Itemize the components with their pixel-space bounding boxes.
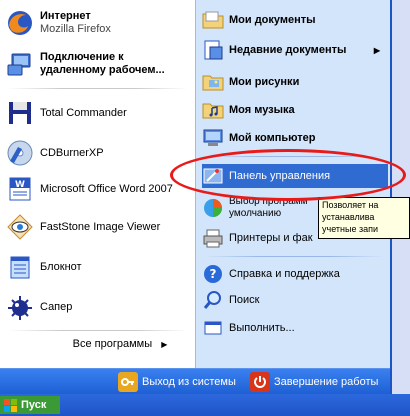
run-label: Выполнить...: [229, 322, 295, 334]
shutdown-label: Завершение работы: [274, 376, 379, 388]
folder-icon: [202, 9, 224, 31]
power-icon: [250, 372, 270, 392]
right-separator-2: [204, 256, 384, 257]
search-icon: [202, 289, 224, 311]
my-computer[interactable]: Мой компьютер: [202, 126, 388, 150]
my-documents[interactable]: Мои документы: [202, 8, 388, 32]
pinned-remote-desktop[interactable]: Подключение к удаленному рабочем...: [4, 46, 190, 82]
windows-logo-icon: [4, 398, 17, 412]
recent-documents[interactable]: Недавние документы ▶: [202, 38, 388, 62]
pinned-internet-subtitle: Mozilla Firefox: [40, 23, 111, 35]
tooltip-line1: Позволяет на: [322, 200, 379, 210]
right-separator: [204, 156, 384, 157]
control-panel-tooltip: Позволяет на устанавлива учетные запи: [318, 197, 410, 239]
remote-desktop-icon: [6, 50, 34, 78]
logoff-button[interactable]: Выход из системы: [118, 372, 236, 392]
recent-total-commander-label: Total Commander: [40, 106, 127, 119]
start-menu-left-pane: Интернет Mozilla Firefox Подключение к у…: [0, 0, 195, 368]
recent-total-commander[interactable]: Total Commander: [4, 98, 190, 128]
default-programs-icon: [202, 197, 224, 219]
shutdown-button[interactable]: Завершение работы: [250, 372, 378, 392]
default-programs-label-line1: Выбор программ: [229, 196, 308, 207]
word-icon: W: [6, 175, 34, 203]
pictures-folder-icon: [202, 71, 224, 93]
computer-icon: [202, 127, 224, 149]
music-folder-icon: [202, 99, 224, 121]
cd-burner-icon: [6, 139, 34, 167]
pinned-internet[interactable]: Интернет Mozilla Firefox: [4, 8, 190, 38]
svg-text:?: ?: [210, 267, 217, 281]
my-documents-label: Мои документы: [229, 14, 316, 26]
arrow-right-icon: ▶: [161, 340, 168, 349]
floppy-disk-icon: [6, 99, 34, 127]
notepad-icon: [6, 253, 34, 281]
my-music-label: Моя музыка: [229, 104, 295, 116]
recent-minesweeper-label: Сапер: [40, 300, 73, 313]
run[interactable]: Выполнить...: [202, 316, 388, 340]
key-icon: [118, 372, 138, 392]
printer-icon: [202, 227, 224, 249]
recent-minesweeper[interactable]: Сапер: [4, 292, 190, 322]
recent-cdburnerxp[interactable]: CDBurnerXP: [4, 138, 190, 168]
logoff-label: Выход из системы: [142, 376, 236, 388]
tooltip-line2: устанавлива: [322, 212, 375, 222]
my-pictures[interactable]: Мои рисунки: [202, 70, 388, 94]
eye-icon: [6, 213, 34, 241]
svg-text:W: W: [15, 180, 25, 190]
control-panel-icon: [202, 165, 224, 187]
minesweeper-icon: [6, 293, 34, 321]
help-and-support[interactable]: ? Справка и поддержка: [202, 262, 388, 286]
arrow-right-icon: ▶: [373, 45, 380, 55]
recent-cdburnerxp-label: CDBurnerXP: [40, 146, 104, 159]
recent-documents-icon: [202, 39, 224, 61]
pinned-internet-title: Интернет: [40, 10, 91, 22]
start-menu-right-pane: Мои документы Недавние документы ▶ Мои р…: [195, 0, 390, 368]
control-panel-label: Панель управления: [229, 170, 331, 182]
recent-faststone[interactable]: FastStone Image Viewer: [4, 212, 190, 242]
start-button[interactable]: Пуск: [0, 396, 60, 414]
left-separator: [8, 88, 188, 89]
pinned-remote-desktop-title: Подключение к удаленному рабочем...: [40, 51, 165, 76]
taskbar: Пуск: [0, 394, 410, 416]
start-label: Пуск: [21, 399, 47, 411]
help-icon: ?: [202, 263, 224, 285]
start-menu-footer: Выход из системы Завершение работы: [0, 368, 390, 395]
my-pictures-label: Мои рисунки: [229, 76, 300, 88]
recent-documents-label: Недавние документы: [229, 44, 347, 56]
control-panel[interactable]: Панель управления: [202, 164, 388, 188]
recent-word-2007-label: Microsoft Office Word 2007: [40, 182, 173, 195]
default-programs-label-line2: умолчанию: [229, 208, 282, 219]
all-programs-label: Все программы: [72, 338, 153, 350]
recent-notepad-label: Блокнот: [40, 260, 82, 273]
firefox-icon: [6, 9, 34, 37]
help-label: Справка и поддержка: [229, 268, 340, 280]
my-music[interactable]: Моя музыка: [202, 98, 388, 122]
recent-faststone-label: FastStone Image Viewer: [40, 220, 161, 233]
search-label: Поиск: [229, 294, 260, 306]
tooltip-line3: учетные запи: [322, 224, 378, 234]
run-icon: [202, 317, 224, 339]
search[interactable]: Поиск: [202, 288, 388, 312]
my-computer-label: Мой компьютер: [229, 132, 316, 144]
recent-notepad[interactable]: Блокнот: [4, 252, 190, 282]
recent-word-2007[interactable]: W Microsoft Office Word 2007: [4, 174, 190, 204]
all-programs-button[interactable]: Все программы ▶: [60, 338, 180, 350]
left-separator-bottom: [8, 330, 188, 331]
printers-label: Принтеры и фак: [229, 232, 313, 244]
